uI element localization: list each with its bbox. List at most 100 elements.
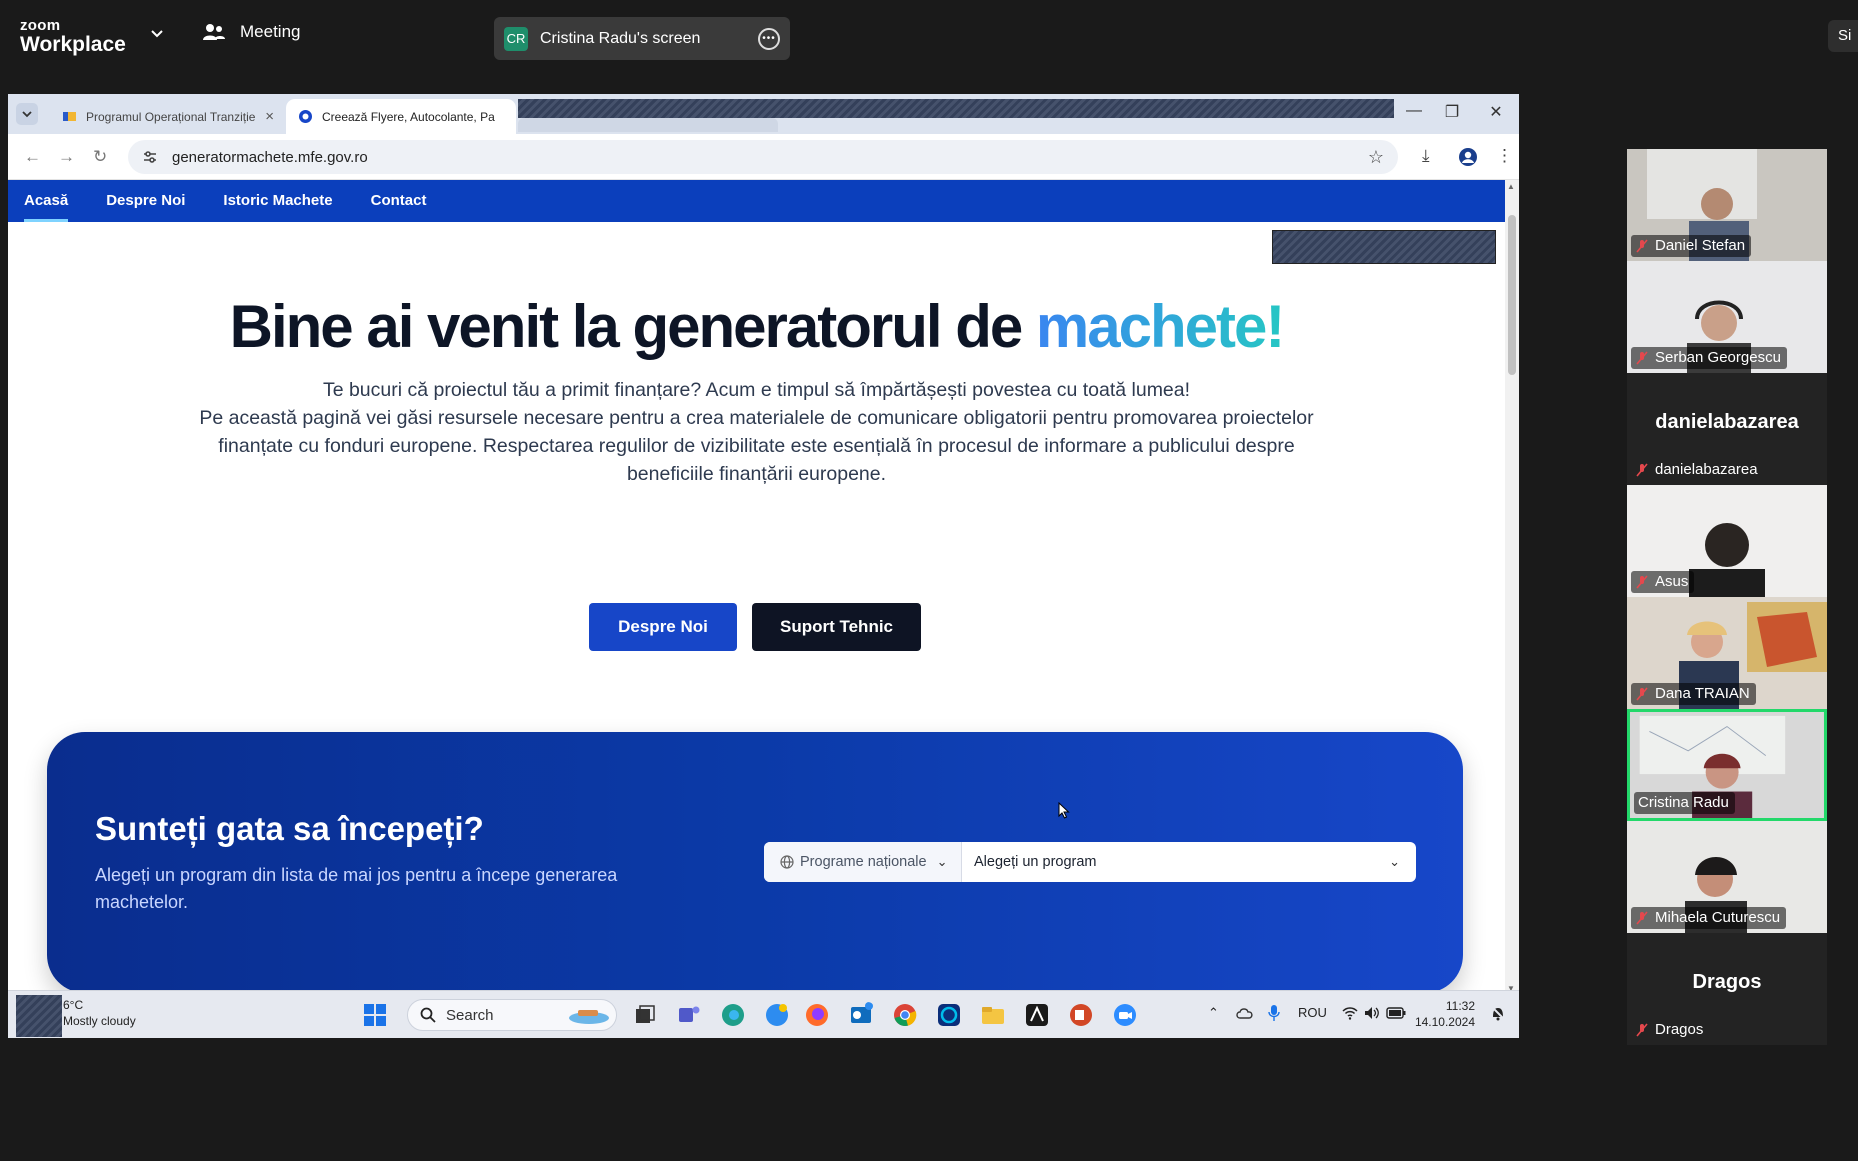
meeting-menu[interactable]: Meeting: [202, 22, 300, 42]
participant-tile[interactable]: Mihaela Cuturescu: [1627, 821, 1827, 933]
profile-icon[interactable]: [1458, 147, 1478, 167]
minimize-icon[interactable]: —: [1400, 102, 1428, 120]
shared-screen: Programul Operațional Tranziție × Creeaz…: [8, 94, 1519, 1038]
outlook-icon[interactable]: [848, 1002, 874, 1028]
tray-chevron-up-icon[interactable]: ⌃: [1208, 1005, 1219, 1021]
category-select[interactable]: Programe naționale ⌄: [764, 842, 962, 882]
menu-kebab-icon[interactable]: ⋮: [1496, 146, 1513, 166]
cta-panel: Sunteți gata sa începeți? Alegeți un pro…: [47, 732, 1463, 993]
acrobat-icon[interactable]: [1024, 1002, 1050, 1028]
onedrive-icon[interactable]: [1236, 1006, 1254, 1020]
teams-icon[interactable]: [676, 1002, 702, 1028]
weather-temp: 6°C: [63, 998, 84, 1012]
webex-icon[interactable]: [936, 1002, 962, 1028]
back-icon[interactable]: ←: [24, 147, 41, 167]
hero-title: Bine ai venit la generatorul de machete!: [8, 292, 1505, 361]
tab-search-button[interactable]: [16, 103, 38, 125]
microphone-icon[interactable]: [1268, 1004, 1280, 1022]
webpage: Acasă Despre Noi Istoric Machete Contact…: [8, 180, 1505, 995]
participant-tile[interactable]: Serban Georgescu: [1627, 261, 1827, 373]
mouse-cursor-icon: [1058, 802, 1070, 819]
reload-icon[interactable]: ↻: [93, 147, 107, 167]
suport-tehnic-button[interactable]: Suport Tehnic: [752, 603, 921, 651]
people-icon: [203, 24, 225, 40]
forward-icon[interactable]: →: [58, 147, 75, 167]
zoom-icon[interactable]: [1112, 1002, 1138, 1028]
participant-tile[interactable]: Daniel Stefan: [1627, 149, 1827, 261]
participant-name: Daniel Stefan: [1655, 237, 1746, 254]
help-icon[interactable]: [764, 1002, 790, 1028]
taskbar-clock[interactable]: 11:32 14.10.2024: [1413, 998, 1475, 1030]
scroll-thumb[interactable]: [1508, 215, 1516, 375]
redacted-area: [518, 99, 1394, 118]
close-icon[interactable]: ×: [265, 108, 274, 125]
edge-icon[interactable]: [720, 1002, 746, 1028]
task-view-icon[interactable]: [632, 1002, 658, 1028]
sign-button[interactable]: Si: [1828, 20, 1858, 52]
weather-icon[interactable]: [16, 995, 62, 1037]
notification-bell-icon[interactable]: [1490, 1005, 1506, 1021]
cta-title: Sunteți gata sa începeți?: [95, 810, 484, 847]
hero-title-accent: machete!: [1035, 293, 1285, 360]
bookmark-star-icon[interactable]: ☆: [1368, 147, 1384, 168]
wifi-icon[interactable]: [1342, 1006, 1358, 1020]
file-explorer-icon[interactable]: [980, 1002, 1006, 1028]
download-icon[interactable]: ⤓: [1422, 146, 1430, 166]
participant-tile-active-speaker[interactable]: Cristina Radu: [1627, 709, 1827, 821]
hero-subtitle: Te bucuri că proiectul tău a primit fina…: [188, 376, 1325, 488]
nav-contact[interactable]: Contact: [371, 180, 427, 222]
windows-taskbar: 6°C Mostly cloudy Search ⌃ ROU 11:32 14.…: [8, 990, 1519, 1038]
participant-name-tag: Serban Georgescu: [1631, 347, 1787, 369]
redacted-box: [1272, 230, 1496, 264]
weather-widget[interactable]: 6°C Mostly cloudy: [63, 997, 136, 1029]
chevron-down-icon: ⌄: [1389, 854, 1400, 869]
nav-despre-noi[interactable]: Despre Noi: [106, 180, 185, 222]
shield-favicon-icon: [299, 110, 312, 123]
url-input[interactable]: generatormachete.mfe.gov.ro ☆: [128, 140, 1398, 174]
tab-label: Programul Operațional Tranziție: [86, 109, 256, 124]
tab-creeaza-flyere[interactable]: Creează Flyere, Autocolante, Pa: [286, 99, 516, 134]
despre-noi-button[interactable]: Despre Noi: [589, 603, 737, 651]
participant-tile[interactable]: danielabazarea danielabazarea: [1627, 373, 1827, 485]
muted-mic-icon: [1636, 239, 1648, 253]
clock-time: 11:32: [1445, 999, 1475, 1013]
weather-desc: Mostly cloudy: [63, 1014, 136, 1028]
chevron-down-icon[interactable]: [150, 26, 164, 40]
nav-acasa[interactable]: Acasă: [24, 180, 69, 222]
browser-tabstrip: Programul Operațional Tranziție × Creeaz…: [8, 94, 1519, 134]
muted-mic-icon: [1636, 463, 1648, 477]
participant-display-name: danielabazarea: [1655, 411, 1799, 433]
flag-favicon-icon: [63, 112, 76, 121]
powerpoint-icon[interactable]: [1068, 1002, 1094, 1028]
volume-icon[interactable]: [1364, 1006, 1380, 1020]
scroll-up-icon[interactable]: ▲: [1507, 182, 1515, 191]
zoom-top-bar: zoom Workplace Meeting CR Cristina Radu'…: [0, 0, 1858, 64]
program-select[interactable]: Alegeți un program ⌄: [962, 842, 1416, 882]
muted-mic-icon: [1636, 1023, 1648, 1037]
firefox-icon[interactable]: [804, 1002, 830, 1028]
site-settings-icon[interactable]: [142, 149, 158, 165]
participant-tile[interactable]: Asus: [1627, 485, 1827, 597]
restore-icon[interactable]: ❐: [1438, 102, 1466, 122]
nav-istoric-machete[interactable]: Istoric Machete: [223, 180, 332, 222]
participant-tile[interactable]: Dragos Dragos: [1627, 933, 1827, 1045]
url-text: generatormachete.mfe.gov.ro: [172, 148, 368, 166]
language-indicator[interactable]: ROU: [1298, 1005, 1327, 1020]
battery-icon[interactable]: [1386, 1007, 1406, 1019]
participant-name-tag: danielabazarea: [1631, 459, 1764, 481]
meeting-label: Meeting: [240, 22, 301, 41]
screen-share-indicator[interactable]: CR Cristina Radu's screen •••: [494, 17, 790, 60]
chrome-icon[interactable]: [892, 1002, 918, 1028]
search-icon: [420, 1007, 436, 1023]
taskbar-search[interactable]: Search: [407, 999, 617, 1031]
page-scrollbar[interactable]: ▲ ▼: [1505, 180, 1519, 995]
participant-name: Cristina Radu: [1638, 794, 1729, 811]
tab-program-operational[interactable]: Programul Operațional Tranziție ×: [50, 99, 286, 134]
search-label: Search: [446, 1006, 494, 1024]
participant-name-tag: Dragos: [1631, 1019, 1709, 1041]
windows-start-icon[interactable]: [362, 1002, 388, 1028]
participant-display-name: Dragos: [1692, 971, 1762, 993]
more-icon[interactable]: •••: [758, 27, 780, 50]
participant-tile[interactable]: Dana TRAIAN: [1627, 597, 1827, 709]
close-window-icon[interactable]: ✕: [1482, 102, 1510, 122]
